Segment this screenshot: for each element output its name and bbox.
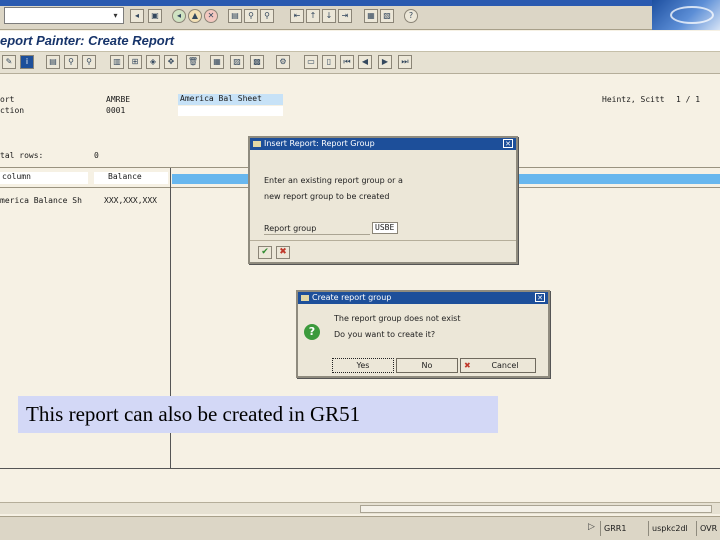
caption-text: This report can also be created in GR51 xyxy=(26,402,361,426)
back-icon[interactable]: ◂ xyxy=(172,9,186,23)
dialog-message-line-2: new report group to be created xyxy=(264,192,390,201)
total-rows-value: 0 xyxy=(94,151,99,160)
find-more-icon[interactable]: ⚲ xyxy=(82,55,96,69)
format-icon[interactable]: ▦ xyxy=(210,55,224,69)
new-session-icon[interactable]: ▦ xyxy=(364,9,378,23)
enter-icon[interactable]: ◂ xyxy=(130,9,144,23)
dialog-separator xyxy=(250,240,516,241)
dialog-message-line-2: Do you want to create it? xyxy=(334,330,436,339)
last-page-icon[interactable]: ⇥ xyxy=(338,9,352,23)
dialog-window-icon xyxy=(253,141,261,147)
dialog-title-bar: Create report group ✕ xyxy=(298,292,548,304)
first-page-icon[interactable]: ⇤ xyxy=(290,9,304,23)
print-icon[interactable]: ▤ xyxy=(228,9,242,23)
settings-icon[interactable]: ⚙ xyxy=(276,55,290,69)
user-name: Heintz, Scitt xyxy=(602,95,665,104)
status-system: GRR1 xyxy=(600,521,646,536)
formula-icon[interactable]: ▥ xyxy=(110,55,124,69)
command-dropdown-icon[interactable]: ▾ xyxy=(110,10,121,21)
title-bar: eport Painter: Create Report xyxy=(0,31,720,52)
find-icon[interactable]: ⚲ xyxy=(244,9,258,23)
page-number: 1 / 1 xyxy=(676,95,701,104)
report-group-input[interactable]: USBE xyxy=(372,222,398,234)
sap-logo xyxy=(652,0,720,30)
display-change-icon[interactable]: ✎ xyxy=(2,55,16,69)
caption-box: This report can also be created in GR51 xyxy=(18,396,498,433)
yes-button[interactable]: Yes xyxy=(332,358,394,373)
report-group-label: Report group xyxy=(264,224,317,233)
find-report-icon[interactable]: ⚲ xyxy=(64,55,78,69)
exit-icon[interactable]: ▲ xyxy=(188,9,202,23)
create-report-group-dialog: Create report group ✕ ? The report group… xyxy=(296,290,550,378)
print-report-icon[interactable]: ▤ xyxy=(46,55,60,69)
insert-report-group-dialog: Insert Report: Report Group ✕ Enter an e… xyxy=(248,136,518,264)
logo-swirl-icon xyxy=(670,6,714,24)
system-toolbar: ▾ ◂ ▣ ◂ ▲ ✕ ▤ ⚲ ⚲ ⇤ ↑ ↓ ⇥ ▦ ▧ ? xyxy=(0,0,720,30)
no-button[interactable]: No xyxy=(396,358,458,373)
field-underline xyxy=(264,234,370,235)
next-page-icon[interactable]: ↓ xyxy=(322,9,336,23)
grid-line xyxy=(0,468,720,469)
previous-icon[interactable]: ◀ xyxy=(358,55,372,69)
menu-bar[interactable] xyxy=(0,0,652,6)
report-id: AMRBE xyxy=(106,95,131,104)
dialog-message-line-1: Enter an existing report group or a xyxy=(264,176,403,185)
close-icon[interactable]: ✕ xyxy=(535,293,545,302)
first-icon[interactable]: ⏮ xyxy=(340,55,354,69)
row-label: merica Balance Sh xyxy=(0,196,82,205)
cancel-button[interactable]: ✖ Cancel xyxy=(460,358,536,373)
previous-page-icon[interactable]: ↑ xyxy=(306,9,320,23)
cancel-x-icon[interactable]: ✖ xyxy=(276,246,290,259)
page-title: eport Painter: Create Report xyxy=(0,33,175,48)
status-server: uspkc2dl xyxy=(648,521,694,536)
status-arrow-icon[interactable]: ▷ xyxy=(588,522,595,532)
select-icon[interactable]: ✥ xyxy=(164,55,178,69)
dialog-title: Insert Report: Report Group xyxy=(264,139,375,148)
dialog-window-icon xyxy=(301,295,309,301)
column-header[interactable]: Balance xyxy=(94,172,168,184)
page-icon[interactable]: ▭ xyxy=(304,55,318,69)
application-toolbar: ✎ i ▤ ⚲ ⚲ ▥ ⊞ ◈ ✥ 🗑 ▦ ▨ ▩ ⚙ ▭ ▯ ⏮ ◀ ▶ ⏭ xyxy=(0,52,720,74)
column-label: column xyxy=(0,172,88,184)
report-description-field-2[interactable] xyxy=(178,106,283,116)
delete-icon[interactable]: 🗑 xyxy=(186,55,200,69)
dialog-title-bar: Insert Report: Report Group ✕ xyxy=(250,138,516,150)
row-value: XXX,XXX,XXX xyxy=(104,196,157,205)
dialog-message-line-1: The report group does not exist xyxy=(334,314,461,323)
layout-icon[interactable]: ▨ xyxy=(230,55,244,69)
cancel-icon[interactable]: ✕ xyxy=(204,9,218,23)
close-icon[interactable]: ✕ xyxy=(503,139,513,148)
next-icon[interactable]: ▶ xyxy=(378,55,392,69)
question-icon: ? xyxy=(304,324,320,340)
cancel-x-icon: ✖ xyxy=(464,361,471,370)
report-label: ort xyxy=(0,95,15,104)
confirm-check-icon[interactable]: ✔ xyxy=(258,246,272,259)
page-setup-icon[interactable]: ▯ xyxy=(322,55,336,69)
scrollbar-thumb[interactable] xyxy=(360,505,712,513)
section-id: 0001 xyxy=(106,106,126,115)
command-field[interactable]: ▾ xyxy=(4,7,124,24)
total-rows-label: tal rows: xyxy=(0,151,44,160)
element-icon[interactable]: ◈ xyxy=(146,55,160,69)
find-next-icon[interactable]: ⚲ xyxy=(260,9,274,23)
shortcut-icon[interactable]: ▧ xyxy=(380,9,394,23)
insert-icon[interactable]: ⊞ xyxy=(128,55,142,69)
last-icon[interactable]: ⏭ xyxy=(398,55,412,69)
section-label: ction xyxy=(0,106,25,115)
report-description-field[interactable]: America Bal Sheet xyxy=(178,94,283,105)
status-bar: ▷ GRR1 uspkc2dl OVR xyxy=(0,516,720,540)
copy-icon[interactable]: ▩ xyxy=(250,55,264,69)
save-icon[interactable]: ▣ xyxy=(148,9,162,23)
cancel-button-label: Cancel xyxy=(491,361,519,370)
dialog-title: Create report group xyxy=(312,293,392,302)
horizontal-scrollbar[interactable] xyxy=(0,502,720,514)
status-mode: OVR xyxy=(696,521,720,536)
info-icon[interactable]: i xyxy=(20,55,34,69)
help-icon[interactable]: ? xyxy=(404,9,418,23)
